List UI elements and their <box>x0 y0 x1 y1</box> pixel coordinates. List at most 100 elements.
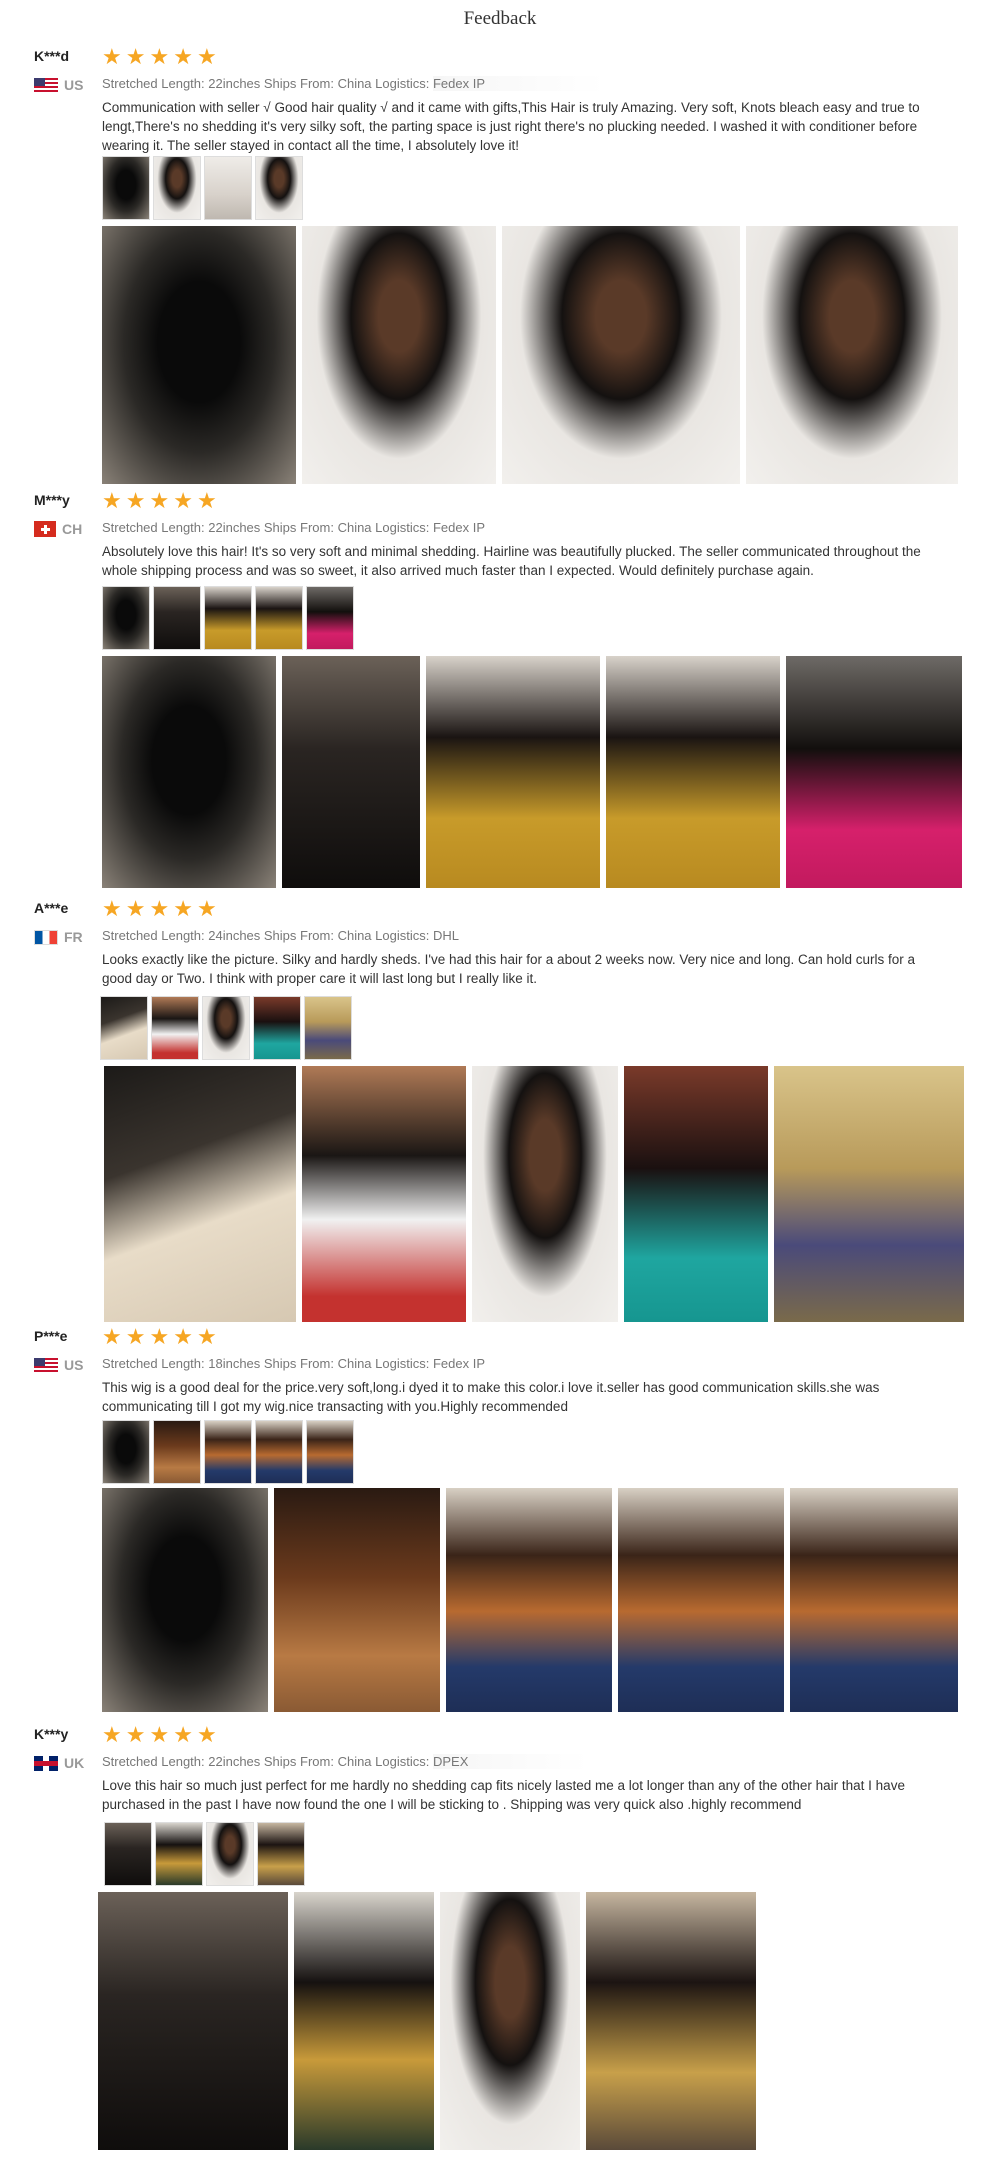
star-icon: ★ <box>173 44 193 69</box>
review-photo[interactable] <box>790 1488 958 1712</box>
star-icon: ★ <box>125 1722 146 1747</box>
review-photo[interactable] <box>274 1488 440 1712</box>
reviewer-name: K***d <box>34 48 70 64</box>
star-icon: ★ <box>149 1324 170 1349</box>
star-icon: ★ <box>102 44 122 69</box>
photo-thumbnail[interactable] <box>206 1822 254 1886</box>
review-photo[interactable] <box>774 1066 964 1322</box>
photo-thumbnail[interactable] <box>204 156 252 220</box>
star-icon: ★ <box>196 1324 217 1349</box>
order-meta-text: Stretched Length: 24inches Ships From: C… <box>102 928 433 943</box>
review-text: Communication with seller √ Good hair qu… <box>102 100 920 153</box>
photo-thumbnail[interactable] <box>151 996 199 1060</box>
star-icon: ★ <box>125 488 146 513</box>
review-photo[interactable] <box>282 656 420 888</box>
photo-thumbnail[interactable] <box>100 996 148 1060</box>
star-icon: ★ <box>125 44 146 69</box>
reviewer-name: P***e <box>34 1328 68 1344</box>
order-meta: Stretched Length: 18inches Ships From: C… <box>102 1356 485 1371</box>
review-text: Looks exactly like the picture. Silky an… <box>102 952 916 986</box>
photo-thumbnail[interactable] <box>104 1822 152 1886</box>
photo-thumbnail[interactable] <box>304 996 352 1060</box>
star-icon: ★ <box>196 44 217 69</box>
photo-thumbnail[interactable] <box>204 586 252 650</box>
reviewer-country: US <box>34 1357 83 1373</box>
star-icon: ★ <box>196 1722 217 1747</box>
review-photo[interactable] <box>102 226 296 484</box>
star-rating: ★ ★ ★ ★ ★ <box>102 1724 217 1746</box>
reviewer-country: UK <box>34 1755 84 1771</box>
photo-thumbnail[interactable] <box>102 156 150 220</box>
order-meta: Stretched Length: 24inches Ships From: C… <box>102 928 459 943</box>
photo-thumbnail[interactable] <box>257 1822 305 1886</box>
review-photo[interactable] <box>302 226 496 484</box>
photo-gallery <box>98 1892 756 2150</box>
review-photo[interactable] <box>472 1066 618 1322</box>
star-icon: ★ <box>102 1324 122 1349</box>
star-icon: ★ <box>173 1324 193 1349</box>
photo-thumbnail[interactable] <box>204 1420 252 1484</box>
review-photo[interactable] <box>98 1892 288 2150</box>
review-photo[interactable] <box>302 1066 466 1322</box>
review-photo[interactable] <box>102 656 276 888</box>
review-photo[interactable] <box>624 1066 768 1322</box>
order-meta: Stretched Length: 22inches Ships From: C… <box>102 1754 589 1769</box>
photo-thumbnail[interactable] <box>153 586 201 650</box>
order-meta-text: Stretched Length: 22inches Ships From: C… <box>102 1754 433 1769</box>
star-icon: ★ <box>125 1324 146 1349</box>
review-photo[interactable] <box>426 656 600 888</box>
star-icon: ★ <box>173 488 193 513</box>
photo-thumbnail[interactable] <box>202 996 250 1060</box>
review-text: Absolutely love this hair! It's so very … <box>102 544 921 578</box>
review-photo[interactable] <box>786 656 962 888</box>
star-icon: ★ <box>149 896 170 921</box>
order-meta: Stretched Length: 22inches Ships From: C… <box>102 76 605 91</box>
photo-thumbnail[interactable] <box>255 1420 303 1484</box>
review-photo[interactable] <box>440 1892 580 2150</box>
review-photo[interactable] <box>446 1488 612 1712</box>
logistics-value: DHL <box>432 928 459 943</box>
photo-thumbnail[interactable] <box>153 156 201 220</box>
review-photo[interactable] <box>104 1066 296 1322</box>
star-icon: ★ <box>149 1722 170 1747</box>
review-photo[interactable] <box>502 226 740 484</box>
photo-thumbnail[interactable] <box>255 586 303 650</box>
review-photo[interactable] <box>746 226 958 484</box>
page-title: Feedback <box>463 8 537 29</box>
ch-flag-icon <box>34 521 56 537</box>
star-icon: ★ <box>125 896 146 921</box>
star-rating: ★ ★ ★ ★ ★ <box>102 46 217 68</box>
photo-thumbnail[interactable] <box>306 586 354 650</box>
logistics-value: Fedex IP <box>432 1356 485 1371</box>
photo-thumbnail[interactable] <box>155 1822 203 1886</box>
review-photo[interactable] <box>586 1892 756 2150</box>
uk-flag-icon <box>34 1755 58 1771</box>
photo-thumbnail[interactable] <box>102 586 150 650</box>
photo-thumbnails <box>102 156 303 220</box>
reviewer-name: K***y <box>34 1726 69 1742</box>
reviewer-country: US <box>34 77 83 93</box>
photo-gallery <box>104 1066 964 1322</box>
review-text: This wig is a good deal for the price.ve… <box>102 1380 880 1414</box>
photo-thumbnail[interactable] <box>306 1420 354 1484</box>
photo-thumbnail[interactable] <box>102 1420 150 1484</box>
photo-thumbnail[interactable] <box>253 996 301 1060</box>
us-flag-icon <box>34 77 58 93</box>
star-icon: ★ <box>149 488 170 513</box>
country-code: UK <box>64 1755 85 1771</box>
country-code: US <box>64 1357 84 1373</box>
review-photo[interactable] <box>294 1892 434 2150</box>
photo-thumbnails <box>100 996 352 1060</box>
star-rating: ★ ★ ★ ★ ★ <box>102 898 217 920</box>
review-photo[interactable] <box>618 1488 784 1712</box>
review-photo[interactable] <box>102 1488 268 1712</box>
photo-thumbnail[interactable] <box>255 156 303 220</box>
star-icon: ★ <box>102 488 122 513</box>
order-meta: Stretched Length: 22inches Ships From: C… <box>102 520 485 535</box>
order-meta-text: Stretched Length: 22inches Ships From: C… <box>102 520 433 535</box>
star-icon: ★ <box>149 44 170 69</box>
photo-gallery <box>102 226 958 484</box>
review-photo[interactable] <box>606 656 780 888</box>
country-code: FR <box>64 929 83 945</box>
photo-thumbnail[interactable] <box>153 1420 201 1484</box>
